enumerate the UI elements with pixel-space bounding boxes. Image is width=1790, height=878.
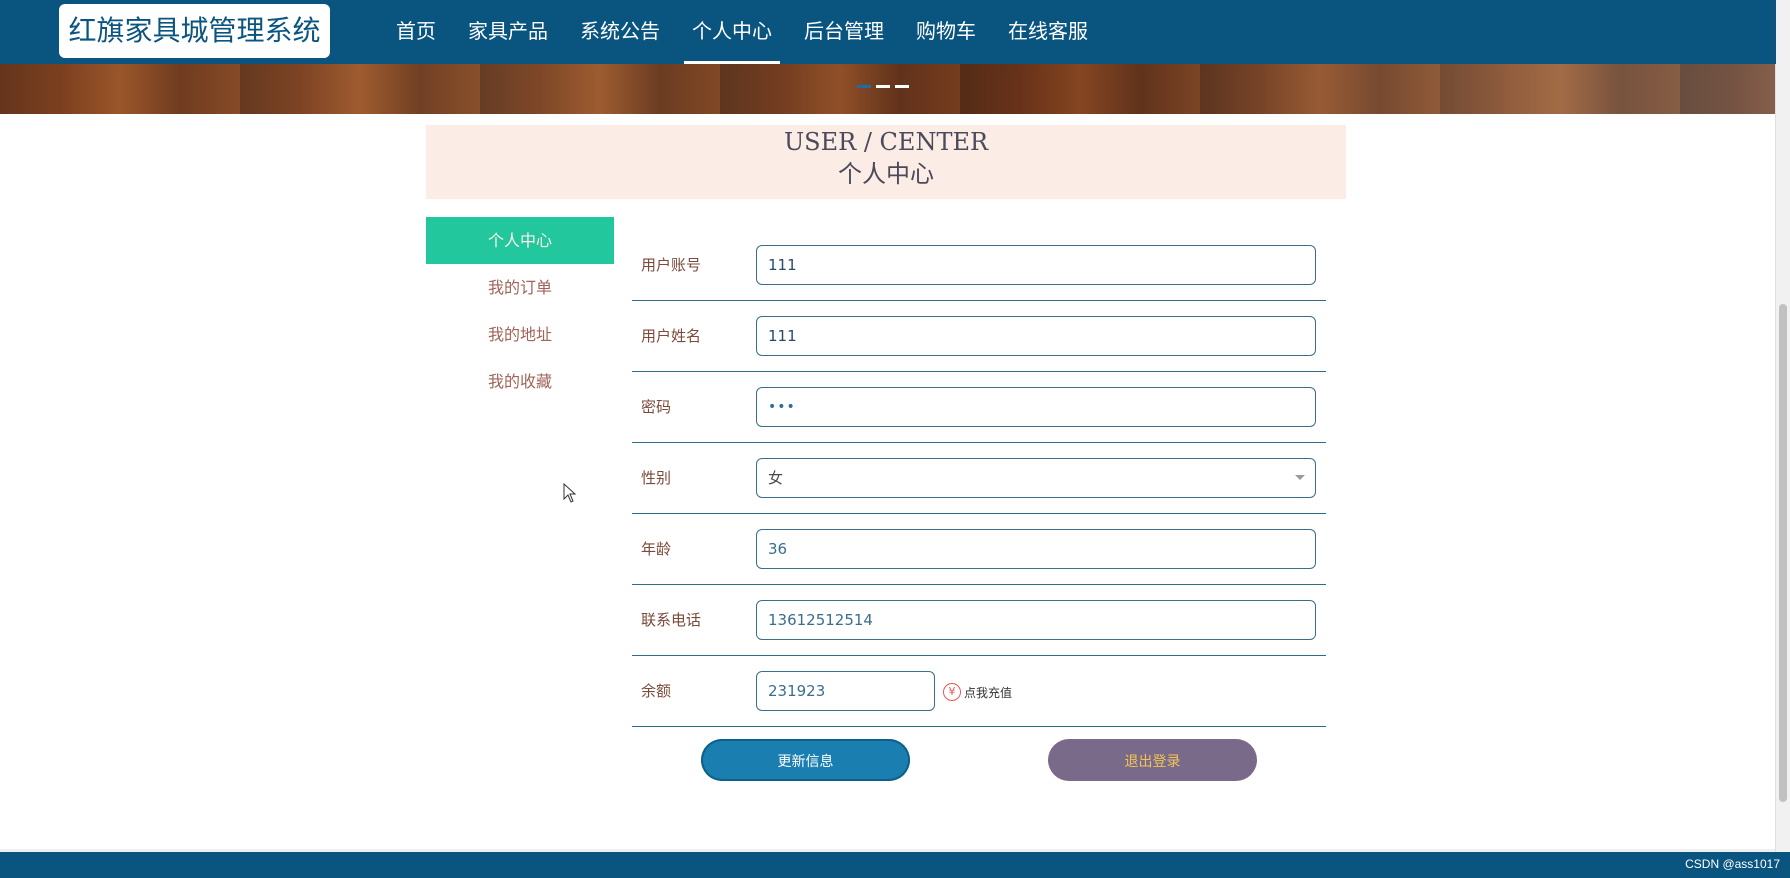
carousel-dot-3[interactable] (895, 85, 909, 88)
side-item-favorites[interactable]: 我的收藏 (426, 358, 614, 405)
page-title: USER / CENTER 个人中心 (426, 125, 1346, 199)
side-menu: 个人中心 我的订单 我的地址 我的收藏 (426, 217, 614, 405)
account-input[interactable]: 111 (756, 245, 1316, 285)
side-item-orders[interactable]: 我的订单 (426, 264, 614, 311)
nav-item-announcements[interactable]: 系统公告 (564, 0, 676, 64)
recharge-link[interactable]: ¥ 点我充值 (943, 683, 1012, 701)
phone-label: 联系电话 (641, 611, 702, 629)
footer-bar: CSDN @ass1017 (0, 852, 1790, 878)
gender-label: 性别 (641, 469, 672, 487)
chevron-down-icon (1295, 475, 1305, 480)
footer-credit: CSDN @ass1017 (1685, 857, 1780, 871)
form-row-balance: 余额 231923 ¥ 点我充值 (632, 656, 1326, 727)
form-row-gender: 性别 女 (632, 443, 1326, 514)
balance-input[interactable]: 231923 (756, 671, 935, 711)
page-scrollbar[interactable] (1775, 0, 1790, 852)
gender-select[interactable]: 女 (756, 458, 1316, 498)
page-title-en: USER / CENTER (783, 128, 989, 156)
site-logo[interactable]: 红旗家具城管理系统 (59, 4, 330, 58)
page: 红旗家具城管理系统 首页 家具产品 系统公告 个人中心 后台管理 购物车 在线客… (0, 0, 1790, 878)
top-navbar: 红旗家具城管理系统 首页 家具产品 系统公告 个人中心 后台管理 购物车 在线客… (0, 0, 1776, 64)
yen-icon: ¥ (943, 683, 961, 701)
nav-item-home[interactable]: 首页 (380, 0, 452, 64)
balance-label: 余额 (641, 682, 672, 700)
account-label: 用户账号 (641, 256, 702, 274)
gender-select-value: 女 (768, 469, 784, 487)
side-item-addresses[interactable]: 我的地址 (426, 311, 614, 358)
phone-input[interactable]: 13612512514 (756, 600, 1316, 640)
user-info-form: 用户账号 111 用户姓名 111 密码 ••• 性别 女 年龄 36 联系电话… (632, 230, 1326, 727)
carousel-dot-2[interactable] (876, 85, 890, 88)
age-label: 年龄 (641, 540, 672, 558)
password-label: 密码 (641, 398, 672, 416)
side-item-user-center[interactable]: 个人中心 (426, 217, 614, 264)
nav-item-products[interactable]: 家具产品 (452, 0, 564, 64)
form-row-age: 年龄 36 (632, 514, 1326, 585)
logout-button[interactable]: 退出登录 (1048, 739, 1257, 781)
nav-item-cart[interactable]: 购物车 (900, 0, 992, 64)
update-info-button[interactable]: 更新信息 (701, 739, 910, 781)
nav-item-admin[interactable]: 后台管理 (788, 0, 900, 64)
form-row-password: 密码 ••• (632, 372, 1326, 443)
name-label: 用户姓名 (641, 327, 702, 345)
scrollbar-thumb[interactable] (1779, 304, 1787, 802)
form-row-account: 用户账号 111 (632, 230, 1326, 301)
nav-item-user-center[interactable]: 个人中心 (676, 0, 788, 64)
mouse-cursor-icon (563, 483, 577, 503)
age-input[interactable]: 36 (756, 529, 1316, 569)
nav-item-support[interactable]: 在线客服 (992, 0, 1104, 64)
form-row-phone: 联系电话 13612512514 (632, 585, 1326, 656)
form-row-name: 用户姓名 111 (632, 301, 1326, 372)
recharge-label: 点我充值 (964, 685, 1013, 700)
password-input[interactable]: ••• (756, 387, 1316, 427)
nav-menu: 首页 家具产品 系统公告 个人中心 后台管理 购物车 在线客服 (380, 0, 1104, 64)
name-input[interactable]: 111 (756, 316, 1316, 356)
page-title-zh: 个人中心 (838, 160, 934, 188)
carousel-dot-1[interactable] (857, 85, 871, 88)
carousel-indicators (857, 85, 909, 88)
